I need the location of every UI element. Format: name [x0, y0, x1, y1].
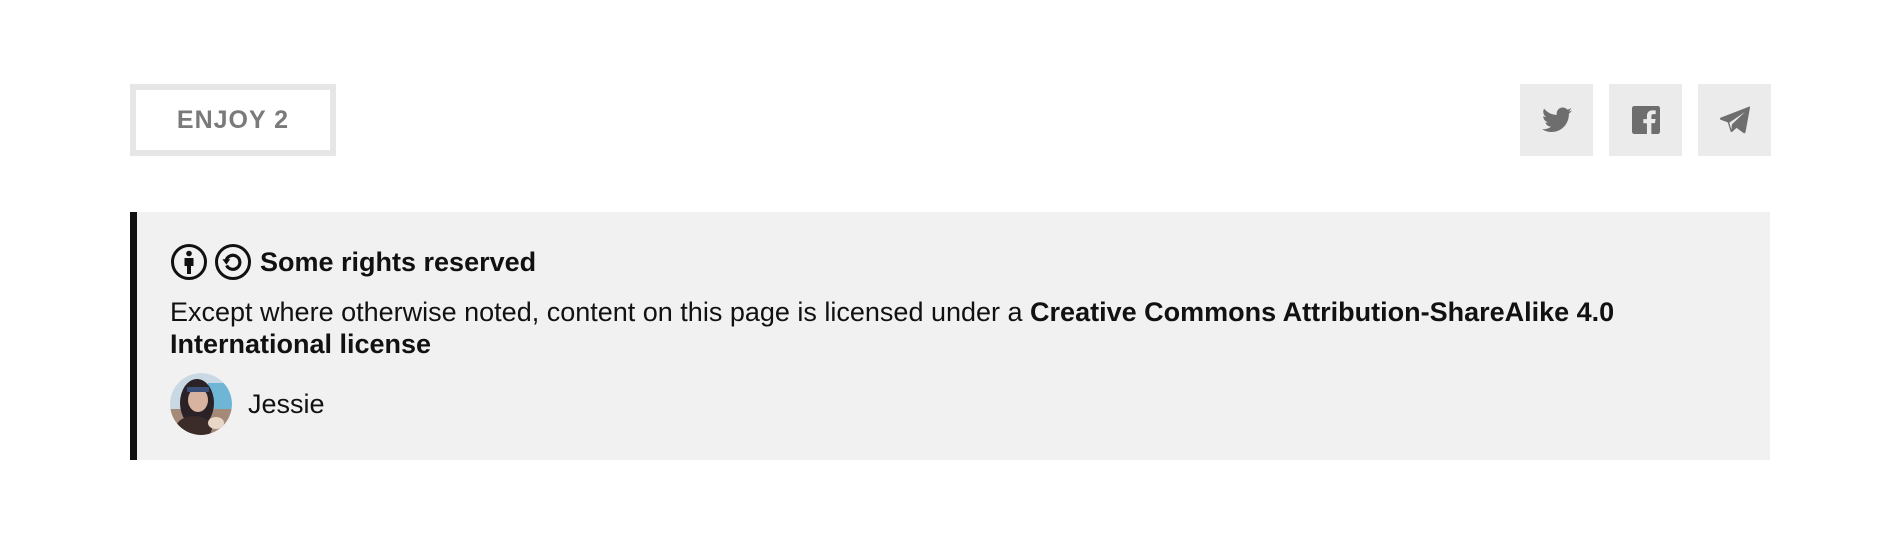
license-prefix: Except where otherwise noted, content on…: [170, 297, 1031, 327]
twitter-icon: [1541, 107, 1572, 132]
cc-sa-icon: [215, 244, 251, 280]
author-name[interactable]: Jessie: [248, 389, 325, 420]
facebook-icon: [1631, 106, 1660, 134]
author: Jessie: [170, 372, 1770, 436]
telegram-icon: [1719, 106, 1750, 134]
license-statement: Except where otherwise noted, content on…: [170, 296, 1730, 360]
share-telegram-button[interactable]: [1698, 84, 1771, 156]
share-facebook-button[interactable]: [1609, 84, 1682, 156]
enjoy-button[interactable]: ENJOY 2: [130, 84, 336, 156]
rights-title: Some rights reserved: [260, 246, 537, 277]
share-buttons: [1520, 84, 1771, 156]
cc-by-icon: [171, 244, 207, 280]
author-avatar[interactable]: [170, 373, 232, 435]
license-notice: Some rights reserved Except where otherw…: [130, 212, 1770, 460]
enjoy-label: ENJOY 2: [176, 105, 290, 134]
page: ENJOY 2 Some rights reserved Except wher…: [0, 0, 1892, 544]
rights-header: Some rights reserved: [170, 242, 1770, 282]
share-twitter-button[interactable]: [1520, 84, 1593, 156]
